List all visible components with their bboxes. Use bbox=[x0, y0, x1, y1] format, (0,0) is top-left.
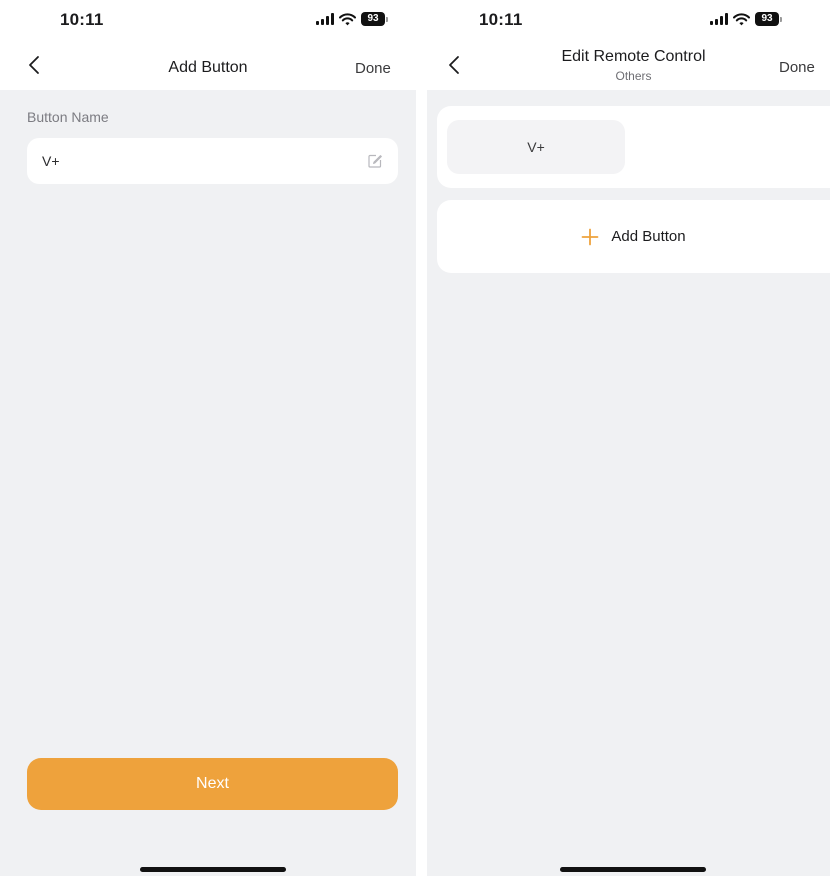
remote-key-button[interactable]: V+ bbox=[447, 120, 625, 174]
button-name-value[interactable]: V+ bbox=[42, 153, 367, 169]
battery-level: 93 bbox=[361, 12, 385, 26]
battery-icon: 93 bbox=[361, 12, 388, 26]
status-icons: 93 bbox=[710, 10, 782, 28]
next-button[interactable]: Next bbox=[27, 758, 398, 810]
page-title: Edit Remote Control bbox=[561, 48, 706, 65]
add-button-label: Add Button bbox=[611, 228, 686, 245]
page-title: Add Button bbox=[168, 59, 248, 76]
battery-level: 93 bbox=[755, 12, 779, 26]
wifi-icon bbox=[339, 12, 356, 25]
done-button[interactable]: Done bbox=[355, 60, 391, 77]
button-name-field[interactable]: V+ bbox=[27, 138, 398, 184]
top-bar: 10:11 93 Add Button Done bbox=[0, 0, 416, 90]
page-subtitle: Others bbox=[615, 69, 652, 83]
remote-buttons-card: V+ bbox=[437, 106, 830, 188]
home-indicator bbox=[560, 867, 706, 872]
status-time: 10:11 bbox=[60, 10, 104, 29]
status-icons: 93 bbox=[316, 10, 388, 28]
add-button-screen: 10:11 93 Add Button Done Button Name V+ bbox=[0, 0, 416, 876]
battery-icon: 93 bbox=[755, 12, 782, 26]
home-indicator bbox=[140, 867, 286, 872]
wifi-icon bbox=[733, 12, 750, 25]
status-time: 10:11 bbox=[479, 10, 523, 29]
signal-icon bbox=[316, 13, 334, 25]
top-bar: 10:11 93 Edit Remote Control Others Done bbox=[427, 0, 830, 90]
edit-icon[interactable] bbox=[367, 153, 383, 169]
signal-icon bbox=[710, 13, 728, 25]
plus-icon bbox=[581, 228, 599, 245]
edit-remote-screen: 10:11 93 Edit Remote Control Others Done… bbox=[427, 0, 830, 876]
done-button[interactable]: Done bbox=[779, 59, 815, 76]
add-button-card[interactable]: Add Button bbox=[437, 200, 830, 273]
button-name-label: Button Name bbox=[27, 109, 109, 125]
